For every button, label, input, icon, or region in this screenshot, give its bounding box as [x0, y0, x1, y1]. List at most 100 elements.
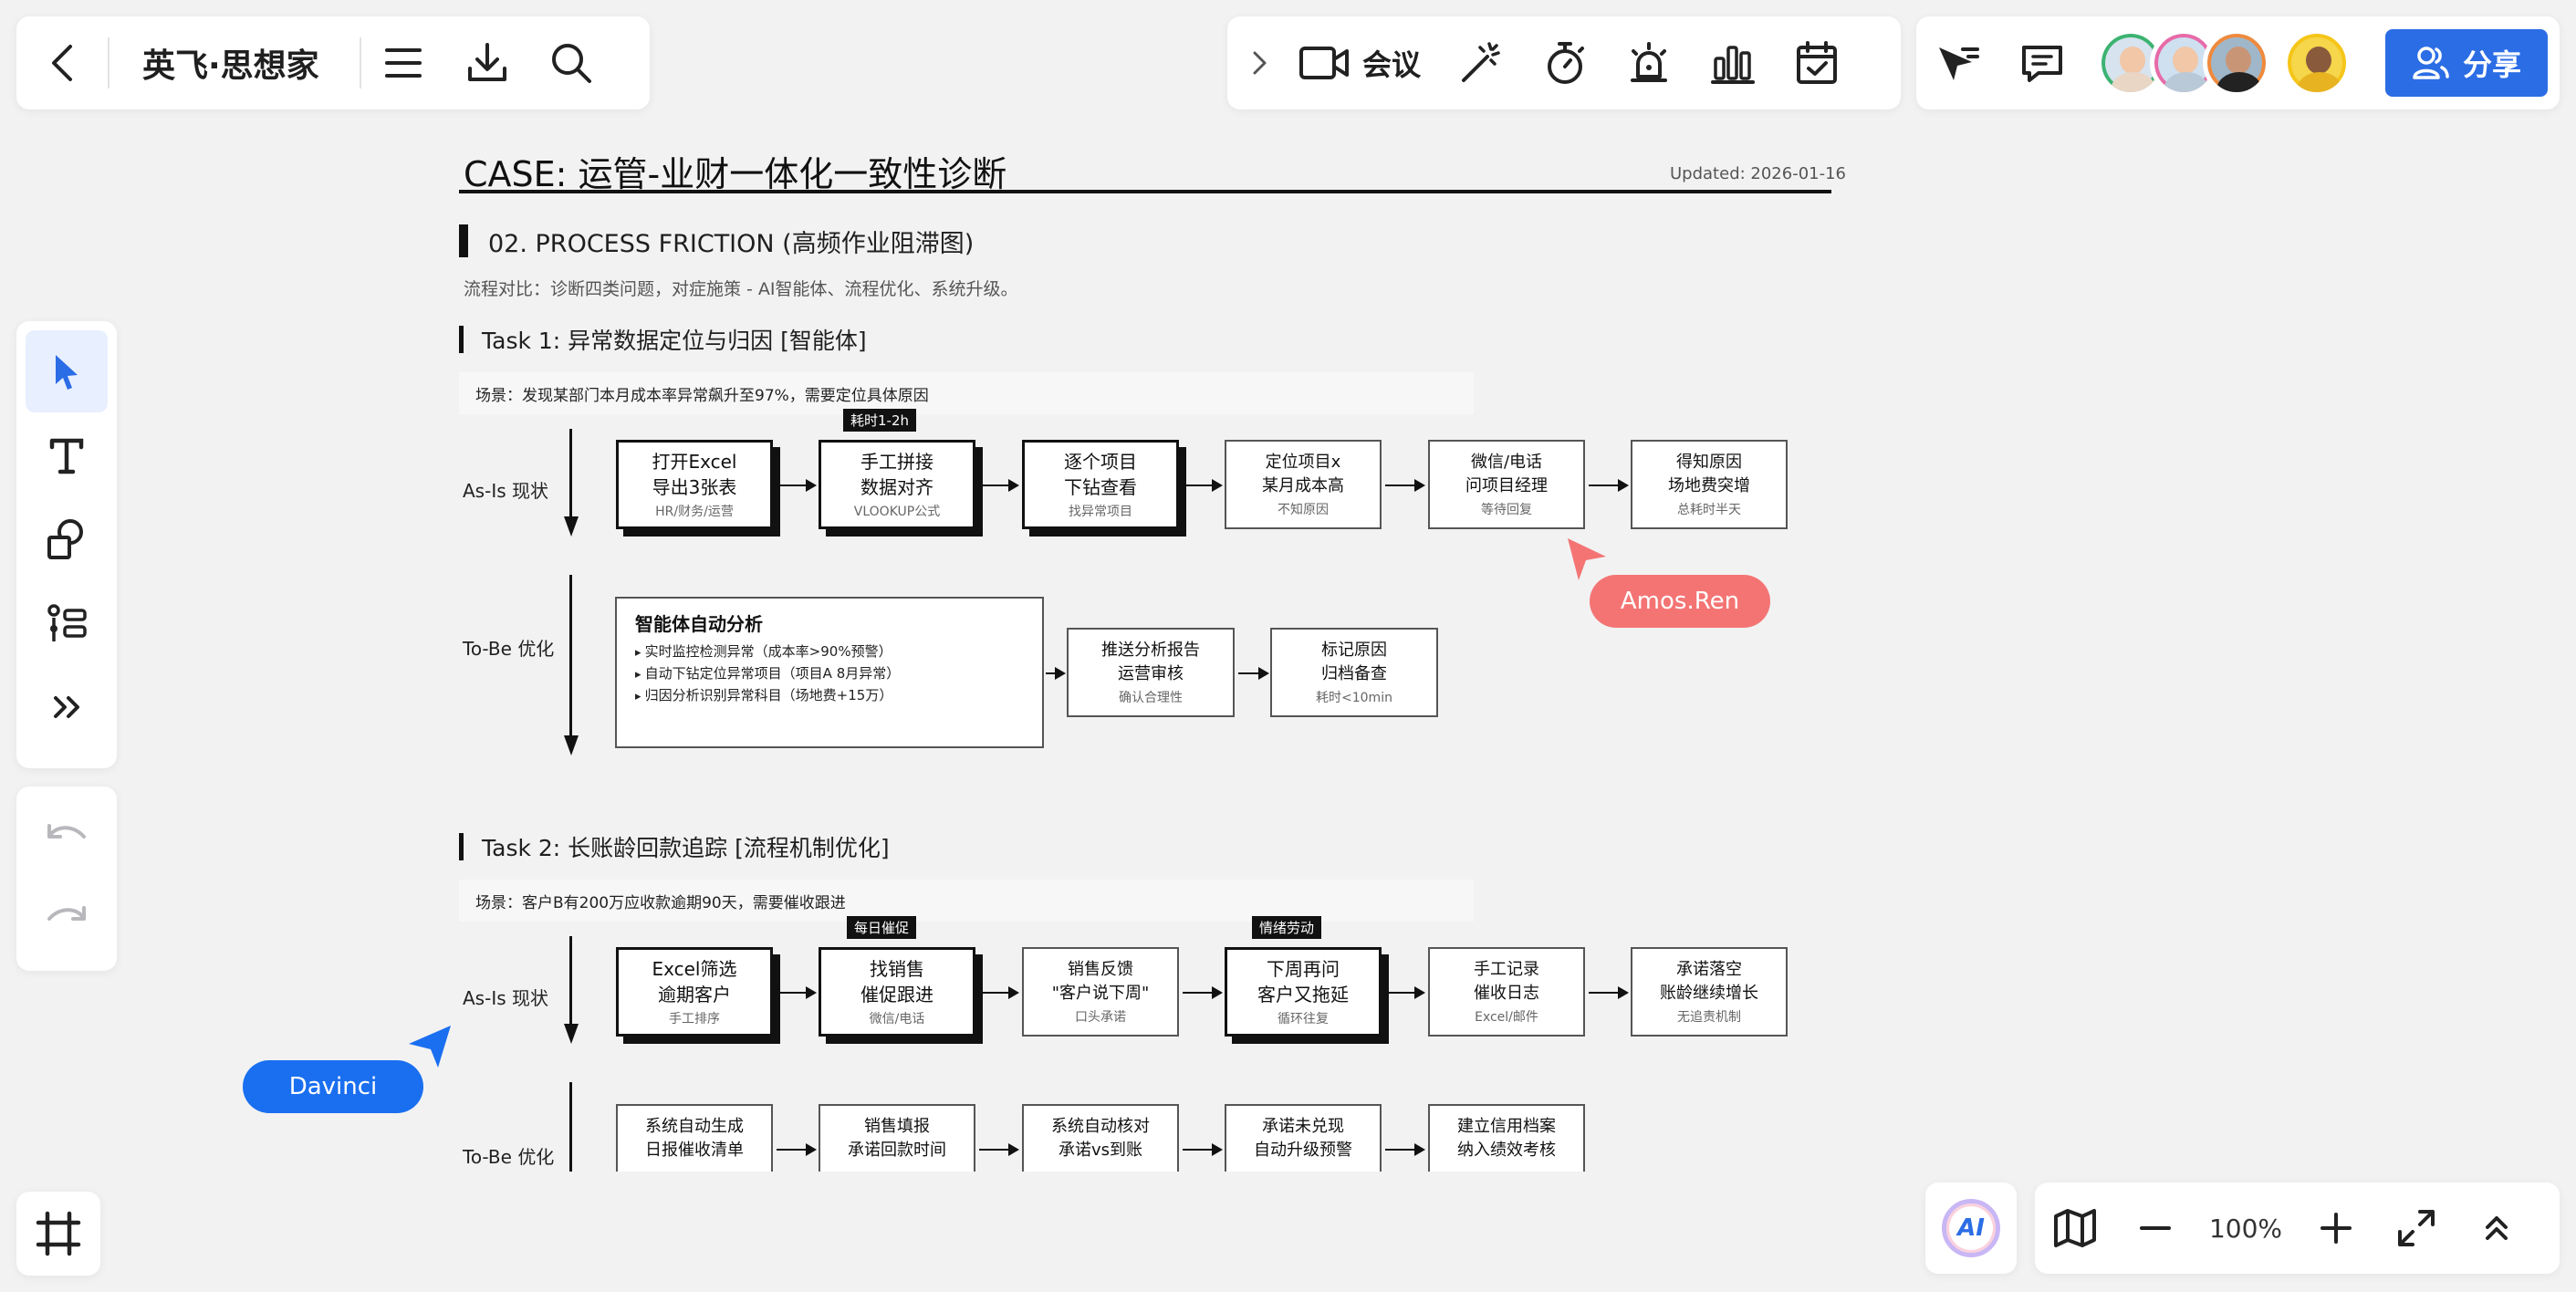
task1-asis-step-1[interactable]: 打开Excel 导出3张表 HR/财务/运营: [616, 440, 773, 529]
task1-asis-step-2[interactable]: 手工拼接 数据对齐 VLOOKUP公式: [819, 440, 975, 529]
collapse-panel-button[interactable]: [2456, 1183, 2537, 1274]
select-tool[interactable]: [26, 330, 108, 412]
redo-button[interactable]: [26, 878, 108, 960]
task2-tobe-step-3[interactable]: 系统自动核对 承诺vs到账: [1022, 1104, 1179, 1172]
expand-icon: [2398, 1210, 2435, 1246]
task2-daily-tag: 每日催促: [847, 916, 917, 939]
avatar[interactable]: [2283, 29, 2351, 97]
task2-asis-step-4[interactable]: 下周再问 客户又拖延 循环往复: [1225, 947, 1382, 1037]
zoom-out-button[interactable]: [2115, 1183, 2195, 1274]
component-list-icon: [47, 604, 87, 641]
task2-asis-step-5[interactable]: 手工记录 催收日志 Excel/邮件: [1428, 947, 1585, 1037]
task2-tobe-step-1[interactable]: 系统自动生成 日报催收清单: [616, 1104, 773, 1172]
task1-heading: Task 1: 异常数据定位与归因 [智能体]: [459, 326, 867, 354]
vote-chart-button[interactable]: [1691, 16, 1775, 109]
frame-icon: [36, 1211, 81, 1256]
left-tool-palette: [16, 321, 117, 768]
follow-cursor-button[interactable]: [1916, 16, 2000, 109]
task1-agent-box[interactable]: 智能体自动分析 实时监控检测异常（成本率>90%预警） 自动下钻定位异常项目（项…: [615, 597, 1044, 748]
search-icon: [551, 44, 591, 83]
ai-icon: AI: [1942, 1199, 2000, 1257]
task2-tobe-axis: [569, 1082, 572, 1172]
amos-cursor-icon: [1568, 538, 1606, 580]
zoom-controls: 100%: [2035, 1183, 2560, 1274]
zoom-in-button[interactable]: [2296, 1183, 2376, 1274]
task2-scene: 场景：客户B有200万应收款逾期90天，需要催收跟进: [459, 880, 1474, 922]
plus-icon: [2320, 1213, 2352, 1244]
history-controls: [16, 787, 117, 971]
ai-assistant-button[interactable]: AI: [1925, 1183, 2017, 1274]
task1-asis-step-3[interactable]: 逐个项目 下钻查看 找异常项目: [1022, 440, 1179, 529]
undo-button[interactable]: [26, 796, 108, 878]
magic-wand-icon: [1462, 42, 1500, 82]
task1-tobe-step-2[interactable]: 标记原因 归档备查 耗时<10min: [1270, 628, 1438, 717]
menu-icon: [384, 48, 422, 78]
chevron-left-icon: [52, 45, 72, 81]
collapse-toolbar-button[interactable]: [1227, 16, 1291, 109]
collaborator-avatars[interactable]: [2097, 29, 2351, 97]
frame-tool[interactable]: [16, 1192, 100, 1276]
shapes-icon: [47, 519, 83, 559]
more-tools-button[interactable]: [26, 666, 108, 748]
back-button[interactable]: [16, 16, 108, 109]
task1-asis-step-5[interactable]: 微信/电话 问项目经理 等待回复: [1428, 440, 1585, 529]
double-chevron-right-icon: [54, 696, 79, 718]
davinci-cursor-icon: [409, 1026, 451, 1068]
undo-icon: [47, 824, 86, 839]
alarm-light-icon: [1631, 42, 1668, 82]
download-button[interactable]: [445, 16, 529, 109]
share-button[interactable]: 分享: [2385, 29, 2548, 97]
task2-tobe-step-4[interactable]: 承诺未兑现 自动升级预警: [1225, 1104, 1382, 1172]
task2-asis-step-2[interactable]: 找销售 催促跟进 微信/电话: [819, 947, 975, 1037]
task1-asis-step-6[interactable]: 得知原因 场地费突增 总耗时半天: [1631, 440, 1788, 529]
bar-chart-icon: [1711, 46, 1756, 84]
title-divider: [459, 190, 1831, 193]
magic-wand-button[interactable]: [1439, 16, 1523, 109]
calendar-task-button[interactable]: [1775, 16, 1859, 109]
minimap-button[interactable]: [2035, 1183, 2115, 1274]
search-button[interactable]: [529, 16, 613, 109]
comment-icon: [2022, 46, 2062, 82]
task1-tobe-label: To-Be 优化: [463, 638, 555, 660]
whiteboard-canvas[interactable]: CASE: 运管-业财一体化一致性诊断 Updated: 2026-01-16 …: [0, 0, 2576, 1172]
menu-button[interactable]: [361, 16, 445, 109]
map-icon: [2054, 1209, 2096, 1247]
task2-tobe-step-5[interactable]: 建立信用档案 纳入绩效考核: [1428, 1104, 1585, 1172]
task1-tobe-step-1[interactable]: 推送分析报告 运营审核 确认合理性: [1067, 628, 1235, 717]
templates-tool[interactable]: [26, 582, 108, 664]
task2-asis-step-6[interactable]: 承诺落空 账龄继续增长 无追责机制: [1631, 947, 1788, 1037]
shape-tool[interactable]: [26, 498, 108, 580]
text-tool[interactable]: [26, 414, 108, 496]
task2-asis-step-1[interactable]: Excel筛选 逾期客户 手工排序: [616, 947, 773, 1037]
task1-time-tag: 耗时1-2h: [843, 409, 917, 432]
chevron-right-icon: [1253, 51, 1267, 75]
task2-asis-step-3[interactable]: 销售反馈 "客户说下周" 口头承诺: [1022, 947, 1179, 1037]
task1-asis-label: As-Is 现状: [463, 480, 548, 502]
users-icon: [2413, 47, 2449, 79]
minus-icon: [2140, 1226, 2171, 1230]
collaboration-toolbar: 会议: [1227, 16, 1901, 109]
calendar-check-icon: [1797, 41, 1838, 84]
task1-scene: 场景：发现某部门本月成本率异常飙升至97%，需要定位具体原因: [459, 372, 1474, 414]
meeting-button[interactable]: 会议: [1291, 42, 1439, 84]
task2-tobe-step-2[interactable]: 销售填报 承诺回款时间: [819, 1104, 975, 1172]
comments-button[interactable]: [2000, 16, 2084, 109]
double-chevron-up-icon: [2486, 1216, 2508, 1240]
redo-icon: [47, 906, 86, 921]
task1-asis-step-4[interactable]: 定位项目x 某月成本高 不知原因: [1225, 440, 1382, 529]
top-left-toolbar: 英飞·思想家: [16, 16, 650, 109]
spotlight-button[interactable]: [1607, 16, 1691, 109]
section-heading: 02. PROCESS FRICTION (高频作业阻滞图): [459, 224, 974, 258]
task2-asis-label: As-Is 现状: [463, 987, 548, 1009]
video-camera-icon: [1299, 47, 1349, 79]
doc-title: CASE: 运管-业财一体化一致性诊断: [464, 154, 1007, 194]
board-title[interactable]: 英飞·思想家: [110, 39, 360, 87]
zoom-level[interactable]: 100%: [2195, 1214, 2296, 1244]
timer-button[interactable]: [1523, 16, 1607, 109]
fit-screen-button[interactable]: [2376, 1183, 2456, 1274]
top-right-toolbar: 分享: [1916, 16, 2560, 109]
task1-asis-axis: [569, 429, 572, 520]
collaborator-label-davinci: Davinci: [243, 1060, 423, 1113]
task2-heading: Task 2: 长账龄回款追踪 [流程机制优化]: [459, 833, 890, 861]
avatar[interactable]: [2203, 29, 2270, 97]
